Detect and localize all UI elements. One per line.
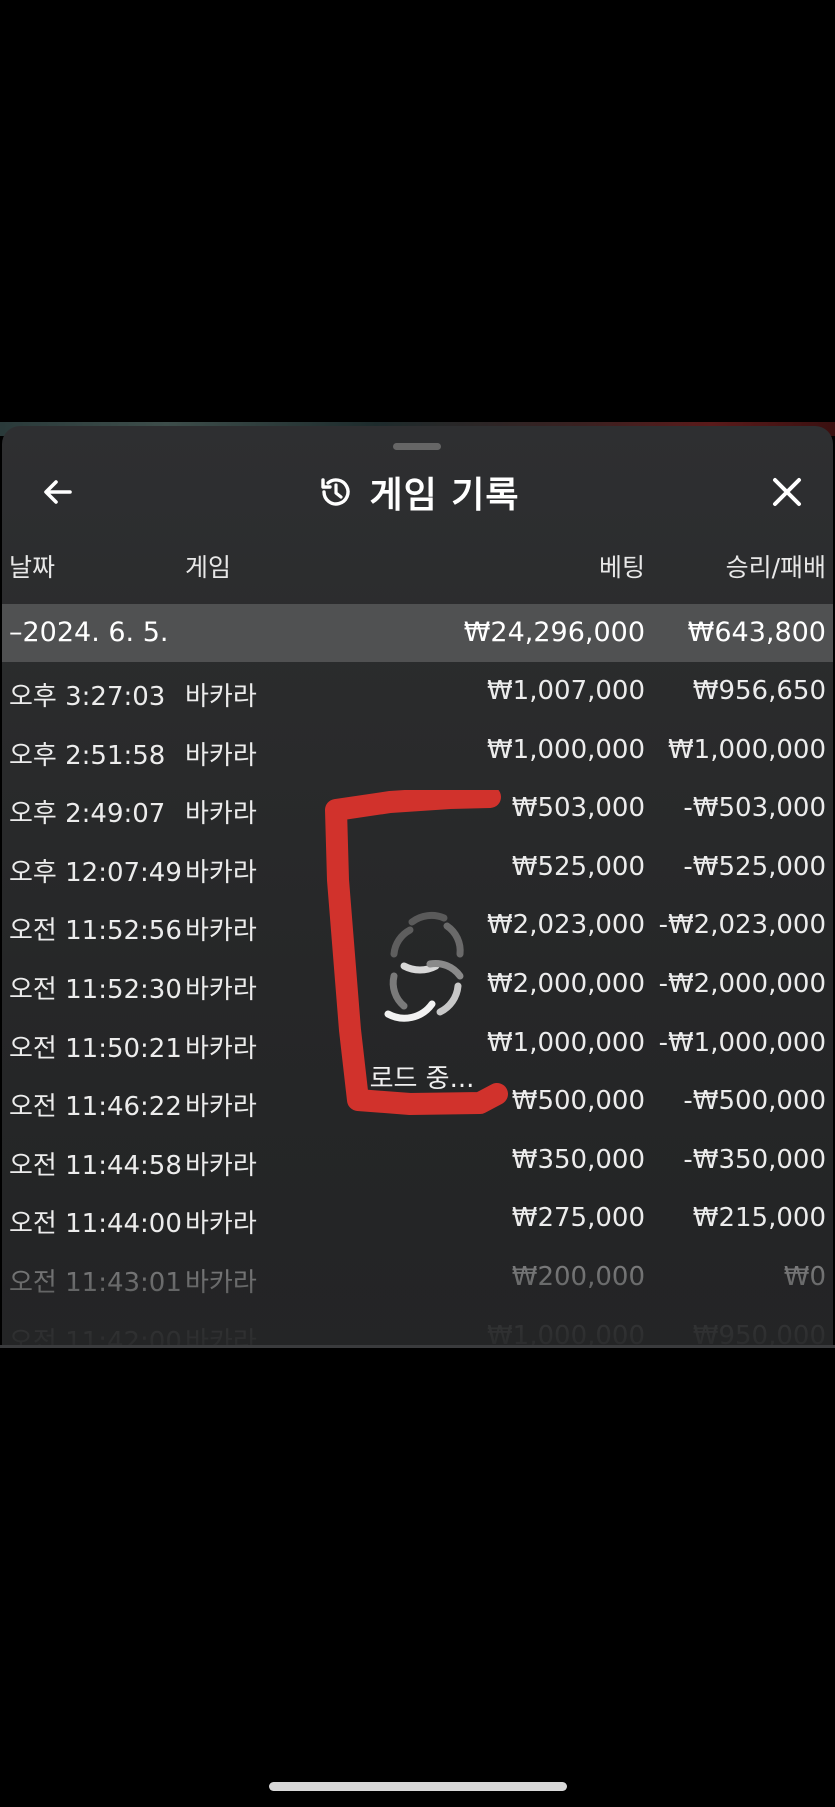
row-win-loss: -₩2,023,000 bbox=[658, 910, 826, 941]
row-game: 바카라 bbox=[185, 1033, 257, 1064]
row-win-loss: -₩2,000,000 bbox=[658, 968, 826, 999]
row-win-loss: ₩0 bbox=[783, 1261, 826, 1292]
row-bet: ₩2,000,000 bbox=[486, 968, 645, 999]
row-time: 오후 3:27:03 bbox=[9, 682, 166, 712]
table-row[interactable]: 오후 2:51:58 바카라 ₩1,000,000 ₩1,000,000 bbox=[2, 721, 833, 780]
row-time: 오전 11:52:30 bbox=[9, 974, 182, 1005]
table-row[interactable]: 오전 11:44:00 바카라 ₩275,000 ₩215,000 bbox=[2, 1189, 833, 1248]
row-bet: ₩1,000,000 bbox=[486, 1027, 645, 1058]
title-bar: 게임 기록 bbox=[2, 466, 833, 518]
row-bet: ₩525,000 bbox=[511, 851, 645, 882]
column-header-win-loss: 승리/패배 bbox=[725, 553, 826, 582]
row-win-loss: ₩956,650 bbox=[692, 676, 826, 706]
row-game: 바카라 bbox=[185, 1326, 257, 1347]
table-row[interactable]: 오전 11:43:01 바카라 ₩200,000 ₩0 bbox=[2, 1248, 833, 1307]
row-game: 바카라 bbox=[185, 799, 257, 830]
row-time: 오후 2:51:58 bbox=[9, 740, 166, 771]
table-row[interactable]: 오전 11:44:58 바카라 ₩350,000 -₩350,000 bbox=[2, 1131, 833, 1190]
row-game: 바카라 bbox=[185, 1209, 257, 1240]
table-row[interactable]: 오전 11:42:00 바카라 ₩1,000,000 ₩950,000 bbox=[2, 1307, 833, 1347]
row-bet: ₩500,000 bbox=[511, 1086, 645, 1117]
row-bet: ₩1,000,000 bbox=[486, 1320, 645, 1347]
row-win-loss: ₩215,000 bbox=[692, 1203, 826, 1234]
row-time: 오전 11:42:00 bbox=[9, 1326, 182, 1347]
row-time: 오전 11:43:01 bbox=[9, 1267, 182, 1298]
row-time: 오전 11:50:21 bbox=[9, 1033, 182, 1064]
home-indicator[interactable] bbox=[269, 1782, 567, 1791]
row-time: 오전 11:46:22 bbox=[9, 1092, 182, 1123]
row-bet: ₩2,023,000 bbox=[486, 910, 645, 941]
history-icon bbox=[321, 478, 351, 506]
row-bet: ₩1,007,000 bbox=[486, 676, 645, 706]
row-game: 바카라 bbox=[185, 1150, 257, 1181]
column-header-game: 게임 bbox=[185, 553, 232, 582]
row-bet: ₩503,000 bbox=[511, 793, 645, 824]
summary-bet: ₩24,296,000 bbox=[463, 617, 645, 648]
page-title: 게임 기록 bbox=[369, 475, 520, 516]
row-win-loss: -₩350,000 bbox=[683, 1144, 826, 1175]
row-win-loss: -₩500,000 bbox=[683, 1086, 826, 1117]
row-win-loss: -₩503,000 bbox=[683, 793, 826, 824]
row-win-loss: -₩1,000,000 bbox=[658, 1027, 826, 1058]
row-win-loss: -₩525,000 bbox=[683, 851, 826, 882]
table-row[interactable]: 오후 3:27:03 바카라 ₩1,007,000 ₩956,650 bbox=[2, 662, 833, 721]
drag-handle[interactable] bbox=[393, 443, 441, 450]
row-game: 바카라 bbox=[185, 682, 257, 712]
column-header-bet: 베팅 bbox=[598, 553, 645, 582]
game-history-sheet: 게임 기록 날짜 게임 베팅 승리/패배 –2024. 6. 5. ₩24,29… bbox=[2, 426, 833, 1347]
row-game: 바카라 bbox=[185, 974, 257, 1005]
date-summary-row[interactable]: –2024. 6. 5. ₩24,296,000 ₩643,800 bbox=[2, 604, 833, 662]
row-bet: ₩350,000 bbox=[511, 1144, 645, 1175]
row-bet: ₩1,000,000 bbox=[486, 734, 645, 765]
row-time: 오전 11:44:00 bbox=[9, 1209, 182, 1240]
row-time: 오후 2:49:07 bbox=[9, 799, 166, 830]
row-bet: ₩275,000 bbox=[511, 1203, 645, 1234]
column-header-date: 날짜 bbox=[9, 553, 56, 582]
row-game: 바카라 bbox=[185, 740, 257, 771]
row-win-loss: ₩1,000,000 bbox=[667, 734, 826, 765]
red-bracket-marker bbox=[325, 790, 508, 1115]
row-win-loss: ₩950,000 bbox=[692, 1320, 826, 1347]
close-icon bbox=[773, 478, 801, 506]
row-game: 바카라 bbox=[185, 916, 257, 947]
close-button[interactable] bbox=[761, 466, 813, 518]
row-time: 오전 11:52:56 bbox=[9, 916, 182, 947]
row-bet: ₩200,000 bbox=[511, 1261, 645, 1292]
summary-date: –2024. 6. 5. bbox=[9, 617, 169, 648]
sheet-bottom-edge bbox=[0, 1345, 835, 1348]
table-header: 날짜 게임 베팅 승리/패배 bbox=[2, 548, 833, 588]
row-game: 바카라 bbox=[185, 1267, 257, 1298]
row-time: 오전 11:44:58 bbox=[9, 1150, 182, 1181]
row-game: 바카라 bbox=[185, 857, 257, 888]
row-time: 오후 12:07:49 bbox=[9, 857, 182, 888]
summary-win-loss: ₩643,800 bbox=[687, 617, 826, 648]
row-game: 바카라 bbox=[185, 1092, 257, 1123]
